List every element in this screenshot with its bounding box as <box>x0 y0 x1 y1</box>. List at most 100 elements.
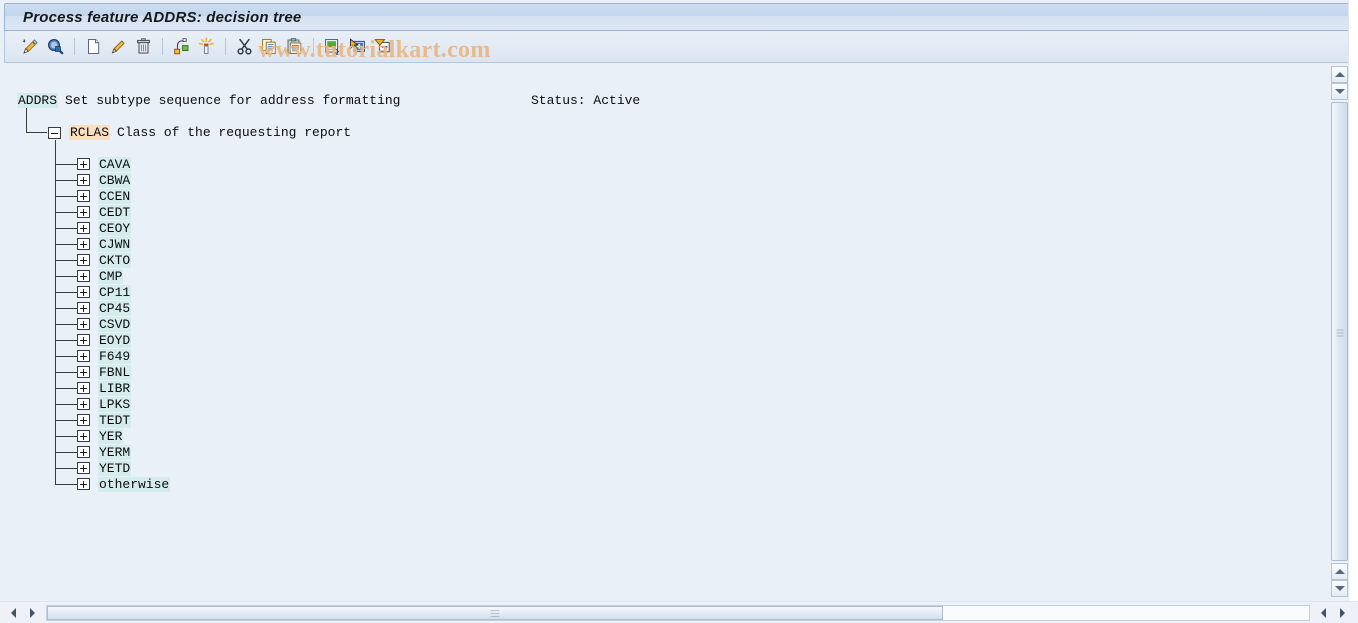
leaf-label: EOYD <box>98 332 132 348</box>
expand-box-icon[interactable] <box>77 174 90 186</box>
expand-box-icon[interactable] <box>77 190 90 202</box>
expand-all-icon[interactable] <box>345 35 370 59</box>
expand-box-icon[interactable] <box>77 158 90 170</box>
edit-icon[interactable] <box>106 35 131 59</box>
horizontal-scroll-track[interactable] <box>46 604 1310 621</box>
tree-leaf-node[interactable]: EOYD <box>77 332 132 348</box>
connector-tick <box>55 228 77 229</box>
create-icon[interactable] <box>81 35 106 59</box>
tree-leaf-node[interactable]: LIBR <box>77 380 132 396</box>
delete-icon[interactable] <box>131 35 156 59</box>
tree-leaf-node[interactable]: YETD <box>77 460 132 476</box>
scroll-left-arrow-end[interactable] <box>1316 605 1331 621</box>
tree-leaf-node[interactable]: F649 <box>77 348 132 364</box>
expand-box-icon[interactable] <box>77 302 90 314</box>
leaf-label: CJWN <box>98 236 132 252</box>
leaf-label: YETD <box>98 460 132 476</box>
tree-leaf-node[interactable]: FBNL <box>77 364 132 380</box>
scroll-left-arrow[interactable] <box>6 605 21 621</box>
expand-box-icon[interactable] <box>77 286 90 298</box>
toolbar-separator <box>162 38 163 55</box>
structure-icon[interactable] <box>169 35 194 59</box>
expand-box-icon[interactable] <box>77 398 90 410</box>
tree-leaf-node[interactable]: CSVD <box>77 316 132 332</box>
tree-leaf-node[interactable]: CP11 <box>77 284 132 300</box>
window-titlebar: Process feature ADDRS: decision tree <box>4 3 1352 31</box>
tree-node-rclas[interactable]: RCLAS Class of the requesting report <box>48 124 351 141</box>
scroll-right-arrow[interactable] <box>25 605 40 621</box>
collapse-all-icon[interactable] <box>370 35 395 59</box>
root-description: Set subtype sequence for address formatt… <box>65 93 401 108</box>
tree-leaf-node[interactable]: CBWA <box>77 172 132 188</box>
connector-tick <box>55 180 77 181</box>
expand-box-icon[interactable] <box>77 206 90 218</box>
tree-leaf-node[interactable]: CAVA <box>77 156 132 172</box>
tree-leaf-node[interactable]: YER <box>77 428 124 444</box>
leaf-label: CCEN <box>98 188 132 204</box>
connector-tick <box>55 468 77 469</box>
expand-box-icon[interactable] <box>77 270 90 282</box>
expand-box-icon[interactable] <box>77 318 90 330</box>
connector-tick <box>55 388 77 389</box>
tree-leaf-node[interactable]: YERM <box>77 444 132 460</box>
scroll-down-arrow[interactable] <box>1331 83 1348 100</box>
insert-icon[interactable] <box>320 35 345 59</box>
tree-root-node[interactable]: ADDRS Set subtype sequence for address f… <box>17 92 400 109</box>
tree-leaf-node[interactable]: TEDT <box>77 412 132 428</box>
expand-box-icon[interactable] <box>77 350 90 362</box>
expand-box-icon[interactable] <box>77 446 90 458</box>
connector-root-vertical <box>26 108 27 133</box>
expand-box-icon[interactable] <box>77 430 90 442</box>
horizontal-scrollbar[interactable] <box>0 601 1358 623</box>
expand-box-icon[interactable] <box>77 238 90 250</box>
expand-box-icon[interactable] <box>77 366 90 378</box>
window-right-edge <box>1348 0 1358 601</box>
scroll-grip-icon <box>1336 329 1343 336</box>
leaf-label: LPKS <box>98 396 132 412</box>
connector-tick <box>55 340 77 341</box>
connector-tick <box>55 372 77 373</box>
connector-tick <box>55 484 77 485</box>
collapse-box-icon[interactable] <box>48 126 61 139</box>
tree-leaf-node[interactable]: CEDT <box>77 204 132 220</box>
toolbar-separator <box>74 38 75 55</box>
sap-decision-tree-window: Process feature ADDRS: decision tree www… <box>0 0 1358 623</box>
scroll-grip-icon <box>490 609 500 617</box>
expand-box-icon[interactable] <box>77 462 90 474</box>
tree-leaf-node[interactable]: CP45 <box>77 300 132 316</box>
vertical-scrollbar[interactable] <box>1331 66 1348 597</box>
tree-leaf-node[interactable]: CEOY <box>77 220 132 236</box>
tree-leaf-node[interactable]: CCEN <box>77 188 132 204</box>
connector-tick <box>55 212 77 213</box>
scroll-up-arrow-bottom[interactable] <box>1331 563 1348 580</box>
scroll-down-arrow-bottom[interactable] <box>1331 580 1348 597</box>
leaf-label: YER <box>98 428 124 444</box>
connector-tick <box>55 452 77 453</box>
paste-icon[interactable] <box>282 35 307 59</box>
change-icon[interactable] <box>18 35 43 59</box>
scroll-up-arrow[interactable] <box>1331 66 1348 83</box>
tree-content-panel: ADDRS Set subtype sequence for address f… <box>4 66 1330 597</box>
tree-leaf-node[interactable]: CMP <box>77 268 124 284</box>
tree-leaf-node[interactable]: otherwise <box>77 476 171 492</box>
expand-box-icon[interactable] <box>77 222 90 234</box>
copy-icon[interactable] <box>257 35 282 59</box>
expand-box-icon[interactable] <box>77 414 90 426</box>
vertical-scroll-thumb[interactable] <box>1331 102 1348 561</box>
expand-box-icon[interactable] <box>77 478 90 490</box>
display-icon[interactable] <box>43 35 68 59</box>
cut-icon[interactable] <box>232 35 257 59</box>
connector-tick <box>55 260 77 261</box>
connector-tick <box>55 420 77 421</box>
tree-leaf-node[interactable]: LPKS <box>77 396 132 412</box>
horizontal-scroll-thumb[interactable] <box>47 605 944 620</box>
tree-leaf-node[interactable]: CKTO <box>77 252 132 268</box>
hscroll-right-controls <box>1316 605 1358 621</box>
leaf-label: CBWA <box>98 172 132 188</box>
expand-box-icon[interactable] <box>77 334 90 346</box>
generate-icon[interactable] <box>194 35 219 59</box>
expand-box-icon[interactable] <box>77 382 90 394</box>
expand-box-icon[interactable] <box>77 254 90 266</box>
tree-leaf-node[interactable]: CJWN <box>77 236 132 252</box>
scroll-right-arrow-end[interactable] <box>1335 605 1350 621</box>
